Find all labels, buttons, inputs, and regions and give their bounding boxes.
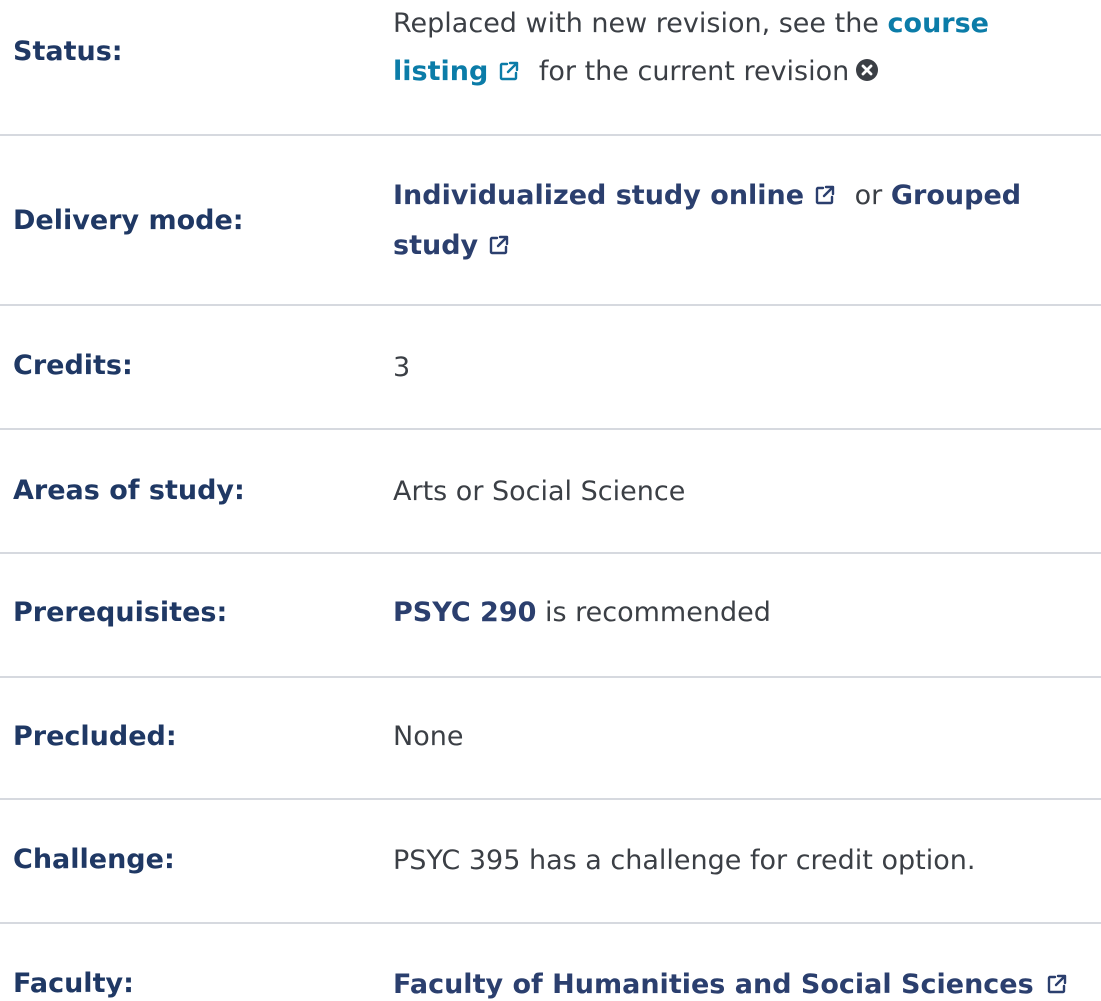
divider [0,922,1101,924]
external-link-icon [1046,963,1068,1001]
credits-value: 3 [393,352,411,383]
divider [0,552,1101,554]
delivery-mode-label: Delivery mode: [13,205,244,236]
divider [0,676,1101,678]
faculty-label: Faculty: [13,968,134,999]
divider [0,304,1101,306]
status-label: Status: [13,36,123,67]
external-link-icon [488,224,510,272]
areas-of-study-label: Areas of study: [13,475,245,506]
credits-label: Credits: [13,350,133,381]
status-text-after: for the current revision [530,56,850,87]
challenge-value: PSYC 395 has a challenge for credit opti… [393,845,976,876]
divider [0,428,1101,430]
status-text-before: Replaced with new revision, see the [393,8,888,39]
precluded-label: Precluded: [13,721,177,752]
faculty-link[interactable]: Faculty of Humanities and Social Science… [393,969,1068,1000]
faculty-value: Faculty of Humanities and Social Science… [393,961,1099,1001]
external-link-icon [814,174,836,222]
divider [0,798,1101,800]
status-value: Replaced with new revision, see the cour… [393,0,1093,98]
or-text: or [846,180,891,211]
circle-x-icon [855,50,879,98]
delivery-mode-value: Individualized study online or Grouped s… [393,172,1093,272]
psyc-290-link[interactable]: PSYC 290 [393,597,536,628]
precluded-value: None [393,721,464,752]
prerequisites-text-after: is recommended [536,597,771,628]
divider [0,134,1101,136]
external-link-icon [498,50,520,98]
challenge-label: Challenge: [13,844,175,875]
individualized-study-link[interactable]: Individualized study online [393,180,846,211]
areas-of-study-value: Arts or Social Science [393,476,686,507]
prerequisites-label: Prerequisites: [13,597,228,628]
individualized-study-link-text: Individualized study online [393,180,805,211]
prerequisites-value: PSYC 290 is recommended [393,589,1093,637]
faculty-link-text: Faculty of Humanities and Social Science… [393,969,1034,1000]
